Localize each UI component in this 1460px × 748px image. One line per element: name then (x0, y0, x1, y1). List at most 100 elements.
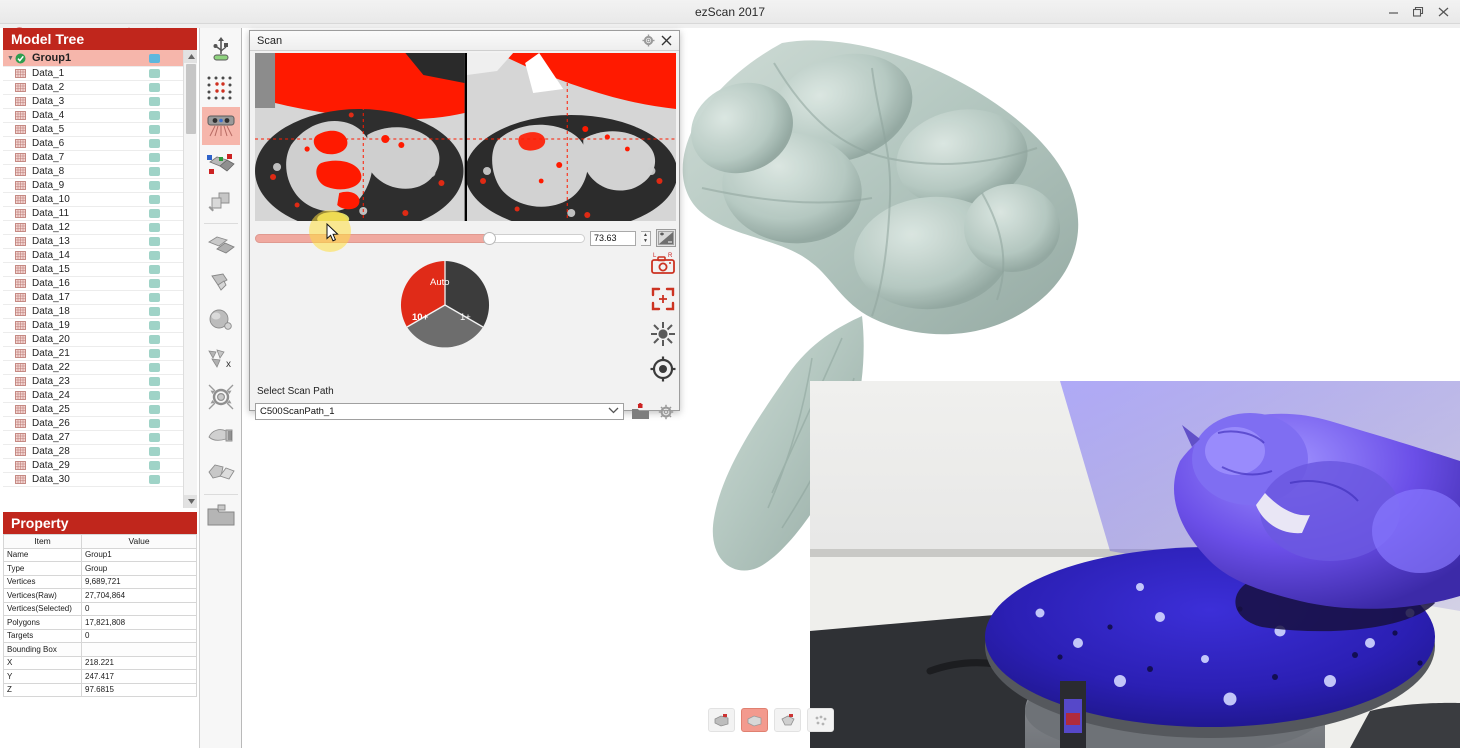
item-color-swatch[interactable] (149, 293, 160, 302)
item-color-swatch[interactable] (149, 307, 160, 316)
fill-hole-icon[interactable] (202, 264, 240, 302)
property-row[interactable]: Vertices 9,689,721 (3, 574, 197, 589)
exposure-spinner[interactable]: ▲ ▼ (641, 230, 651, 246)
model-tree-item-data_29[interactable]: Data_29 (3, 459, 183, 473)
exposure-value-input[interactable]: 73.63 (590, 230, 636, 246)
model-tree-item-data_11[interactable]: Data_11 (3, 207, 183, 221)
property-row[interactable]: Vertices(Selected) 0 (3, 601, 197, 616)
model-tree-item-data_24[interactable]: Data_24 (3, 389, 183, 403)
model-tree-item-data_3[interactable]: Data_3 (3, 95, 183, 109)
model-tree-item-data_21[interactable]: Data_21 (3, 347, 183, 361)
property-row[interactable]: Name Group1 (3, 547, 197, 562)
crop-frame-icon[interactable] (648, 284, 678, 314)
item-color-swatch[interactable] (149, 209, 160, 218)
manual-align-icon[interactable] (202, 183, 240, 221)
group-check-icon[interactable] (15, 53, 29, 64)
model-tree-item-data_14[interactable]: Data_14 (3, 249, 183, 263)
minimize-icon[interactable] (1381, 2, 1406, 22)
focus-target-icon[interactable] (648, 354, 678, 384)
item-color-swatch[interactable] (149, 153, 160, 162)
item-color-swatch[interactable] (149, 391, 160, 400)
property-row[interactable]: Bounding Box (3, 642, 197, 657)
load-path-icon[interactable] (630, 402, 650, 421)
item-color-swatch[interactable] (149, 461, 160, 470)
item-color-swatch[interactable] (149, 447, 160, 456)
model-tree-item-data_10[interactable]: Data_10 (3, 193, 183, 207)
scanner-icon[interactable] (201, 107, 240, 145)
model-tree-item-data_7[interactable]: Data_7 (3, 151, 183, 165)
view-points-icon[interactable] (807, 708, 834, 732)
model-tree-item-data_4[interactable]: Data_4 (3, 109, 183, 123)
scan-path-combobox[interactable]: C500ScanPath_1 (255, 403, 624, 420)
model-tree-item-data_18[interactable]: Data_18 (3, 305, 183, 319)
open-folder-rail-icon[interactable] (202, 497, 240, 535)
view-solid-icon[interactable] (741, 708, 768, 732)
calibration-dots-icon[interactable] (202, 69, 240, 107)
item-color-swatch[interactable] (149, 111, 160, 120)
delete-selection-icon[interactable]: x (202, 340, 240, 378)
item-color-swatch[interactable] (149, 97, 160, 106)
property-row[interactable]: Vertices(Raw) 27,704,864 (3, 588, 197, 603)
model-tree-list[interactable]: ▼ Group1 Data_1 Data_2 Data_3 Data_4 Data_5 Dat… (3, 50, 197, 508)
model-tree-item-data_22[interactable]: Data_22 (3, 361, 183, 375)
optimize-icon[interactable] (202, 378, 240, 416)
item-color-swatch[interactable] (149, 139, 160, 148)
chevron-down-icon[interactable] (608, 406, 619, 417)
item-color-swatch[interactable] (149, 419, 160, 428)
model-tree-item-data_5[interactable]: Data_5 (3, 123, 183, 137)
simplify-icon[interactable] (202, 454, 240, 492)
scroll-down-arrow[interactable] (184, 495, 197, 508)
model-tree-item-data_20[interactable]: Data_20 (3, 333, 183, 347)
spinner-down-arrow[interactable]: ▼ (643, 238, 648, 244)
item-color-swatch[interactable] (149, 321, 160, 330)
camera-preview-left[interactable] (255, 53, 465, 221)
model-tree-group-row[interactable]: ▼ Group1 (3, 50, 183, 67)
smooth-icon[interactable] (202, 302, 240, 340)
model-tree-item-data_13[interactable]: Data_13 (3, 235, 183, 249)
scroll-up-arrow[interactable] (184, 50, 197, 63)
exposure-slider[interactable] (255, 231, 585, 245)
item-color-swatch[interactable] (149, 167, 160, 176)
pie-segment-10plus-label[interactable]: 10+ (412, 312, 428, 323)
item-color-swatch[interactable] (149, 335, 160, 344)
model-tree-item-data_6[interactable]: Data_6 (3, 137, 183, 151)
pie-segment-auto-label[interactable]: Auto (430, 277, 450, 288)
scan-count-pie[interactable]: Auto 1+ 10+ (398, 259, 492, 351)
model-tree-item-data_8[interactable]: Data_8 (3, 165, 183, 179)
stereo-camera-icon[interactable]: L R (648, 249, 678, 279)
brightness-contrast-icon[interactable] (656, 229, 676, 247)
scrollbar-thumb[interactable] (186, 64, 196, 134)
item-color-swatch[interactable] (149, 433, 160, 442)
model-tree-item-data_27[interactable]: Data_27 (3, 431, 183, 445)
close-icon[interactable] (657, 32, 675, 50)
model-tree-item-data_28[interactable]: Data_28 (3, 445, 183, 459)
slider-knob[interactable] (483, 231, 497, 245)
group-color-swatch[interactable] (149, 53, 160, 63)
item-color-swatch[interactable] (149, 377, 160, 386)
property-row[interactable]: X 218.221 (3, 655, 197, 670)
model-tree-item-data_9[interactable]: Data_9 (3, 179, 183, 193)
model-tree-item-data_19[interactable]: Data_19 (3, 319, 183, 333)
model-tree-item-data_30[interactable]: Data_30 (3, 473, 183, 487)
camera-preview-right[interactable] (466, 53, 676, 221)
item-color-swatch[interactable] (149, 475, 160, 484)
brightness-star-icon[interactable] (648, 319, 678, 349)
item-color-swatch[interactable] (149, 181, 160, 190)
item-color-swatch[interactable] (149, 363, 160, 372)
align-icon[interactable] (202, 145, 240, 183)
item-color-swatch[interactable] (149, 279, 160, 288)
settings-gear-icon[interactable] (656, 402, 676, 421)
model-tree-item-data_15[interactable]: Data_15 (3, 263, 183, 277)
property-row[interactable]: Y 247.417 (3, 669, 197, 684)
model-tree-item-data_23[interactable]: Data_23 (3, 375, 183, 389)
model-tree-item-data_1[interactable]: Data_1 (3, 67, 183, 81)
model-tree-item-data_25[interactable]: Data_25 (3, 403, 183, 417)
property-row[interactable]: Type Group (3, 561, 197, 576)
model-tree-item-data_12[interactable]: Data_12 (3, 221, 183, 235)
model-tree-item-data_16[interactable]: Data_16 (3, 277, 183, 291)
item-color-swatch[interactable] (149, 223, 160, 232)
scan-count-pie-chart[interactable] (398, 259, 492, 351)
settings-gear-icon[interactable] (639, 32, 657, 50)
item-color-swatch[interactable] (149, 405, 160, 414)
view-textured-icon[interactable] (774, 708, 801, 732)
